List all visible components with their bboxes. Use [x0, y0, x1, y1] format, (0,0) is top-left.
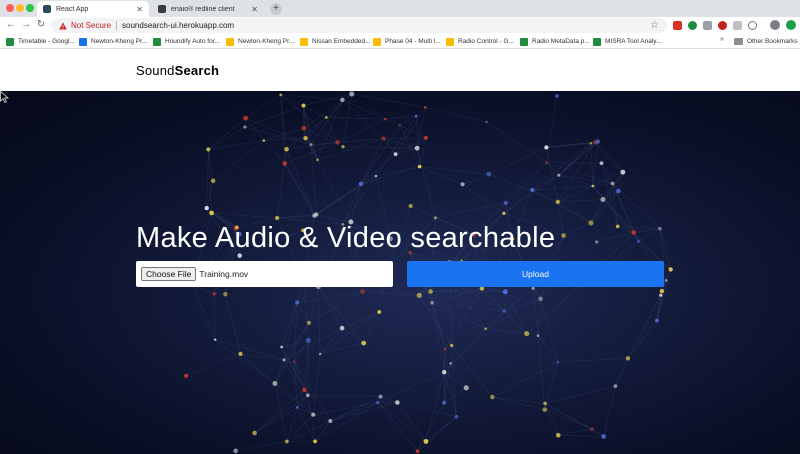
- doc-icon: [79, 37, 87, 46]
- browser-toolbar: ← → ↻ Not Secure soundsearch-ui.herokuap…: [0, 17, 800, 34]
- extension-abp-icon[interactable]: [718, 21, 727, 30]
- bookmark-item[interactable]: Radio Control - G...: [446, 36, 514, 47]
- bookmark-label: Radio MetaData p...: [532, 38, 590, 45]
- more-bookmarks-chevron-icon[interactable]: »: [720, 36, 724, 43]
- close-window-icon[interactable]: [6, 4, 14, 12]
- maximize-window-icon[interactable]: [26, 4, 34, 12]
- browser-tab-strip: React App ✕ enaio® redline client ✕ +: [0, 0, 800, 17]
- other-bookmarks[interactable]: Other Bookmarks: [734, 36, 798, 47]
- back-arrow-icon[interactable]: ←: [5, 19, 17, 31]
- bookmark-label: Nissan Embedded...: [312, 38, 371, 45]
- sheets-icon: [593, 37, 601, 46]
- hero-title: Make Audio & Video searchable: [136, 222, 556, 254]
- forward-arrow-icon[interactable]: →: [20, 19, 32, 31]
- selected-file-name: Training.mov: [199, 269, 249, 279]
- bookmark-item[interactable]: Timetable - Googl...: [6, 36, 75, 47]
- close-tab-icon[interactable]: ✕: [251, 5, 258, 14]
- tab-label: enaio® redline client: [171, 5, 235, 13]
- bookmark-label: Newton-Kheng Pr...: [238, 38, 295, 45]
- profile-avatar[interactable]: [770, 20, 780, 30]
- tab-label: React App: [56, 5, 89, 13]
- drive-icon: [446, 37, 454, 46]
- tab-react-app[interactable]: React App ✕: [37, 1, 149, 17]
- address-bar[interactable]: Not Secure soundsearch-ui.herokuapp.com …: [51, 18, 667, 33]
- drive-icon: [300, 37, 308, 46]
- extension-green-circle-icon[interactable]: [688, 21, 697, 30]
- drive-icon: [226, 37, 234, 46]
- bookmark-item[interactable]: Nissan Embedded...: [300, 36, 371, 47]
- bookmark-item[interactable]: MISRA Tool Analy...: [593, 36, 661, 47]
- upload-button[interactable]: Upload: [407, 261, 664, 287]
- hero-section: Make Audio & Video searchable Choose Fil…: [0, 91, 800, 454]
- new-tab-plus-icon[interactable]: +: [270, 3, 282, 15]
- bookmark-item[interactable]: Phase 04 - Multi l...: [373, 36, 441, 47]
- bookmark-item[interactable]: Radio MetaData p...: [520, 36, 590, 47]
- sheets-icon: [520, 37, 528, 46]
- choose-file-button[interactable]: Choose File: [141, 267, 197, 281]
- site-logo[interactable]: SoundSearch: [136, 63, 219, 78]
- extension-red-icon[interactable]: [673, 21, 682, 30]
- network-globe-background: [184, 91, 673, 454]
- minimize-window-icon[interactable]: [16, 4, 24, 12]
- bookmark-item[interactable]: Houndify Auto for...: [153, 36, 220, 47]
- extension-light-icon[interactable]: [733, 21, 742, 30]
- bookmark-label: Radio Control - G...: [458, 38, 514, 45]
- brand-bold: Search: [174, 63, 220, 78]
- bookmark-label: Newton-Kheng Pr...: [91, 38, 148, 45]
- tab-enaio-redline-client[interactable]: enaio® redline client ✕: [152, 1, 264, 17]
- enaio-favicon-icon: [158, 5, 166, 13]
- drive-icon: [373, 37, 381, 46]
- bookmark-item[interactable]: Newton-Kheng Pr...: [226, 36, 294, 47]
- extension-outline-icon[interactable]: [748, 21, 757, 30]
- bookmark-label: Timetable - Googl...: [18, 38, 75, 45]
- close-tab-icon[interactable]: ✕: [136, 5, 143, 14]
- omnibox-divider: [116, 21, 118, 30]
- folder-icon: [734, 38, 743, 45]
- bookmarks-bar: Timetable - Googl... Newton-Kheng Pr... …: [0, 34, 800, 49]
- reload-icon[interactable]: ↻: [35, 19, 47, 31]
- other-bookmarks-label: Other Bookmarks: [747, 38, 798, 45]
- bookmark-star-icon[interactable]: ☆: [650, 20, 659, 31]
- warning-triangle-icon: [59, 21, 67, 30]
- file-input[interactable]: Choose File Training.mov: [136, 261, 393, 287]
- site-header: SoundSearch: [0, 49, 800, 91]
- mouse-pointer-icon: [0, 91, 9, 103]
- bookmark-label: MISRA Tool Analy...: [605, 38, 662, 45]
- brand-regular: Sound: [136, 63, 175, 78]
- bookmark-label: Houndify Auto for...: [165, 38, 220, 45]
- sheets-icon: [6, 37, 14, 46]
- bookmark-item[interactable]: Newton-Kheng Pr...: [79, 36, 147, 47]
- sheets-icon: [153, 37, 161, 46]
- url-text[interactable]: soundsearch-ui.herokuapp.com: [122, 21, 650, 30]
- bookmark-label: Phase 04 - Multi l...: [385, 38, 441, 45]
- react-app-favicon-icon: [43, 5, 51, 13]
- not-secure-label[interactable]: Not Secure: [71, 21, 111, 30]
- browser-update-icon[interactable]: [786, 20, 796, 30]
- extension-gray-icon[interactable]: [703, 21, 712, 30]
